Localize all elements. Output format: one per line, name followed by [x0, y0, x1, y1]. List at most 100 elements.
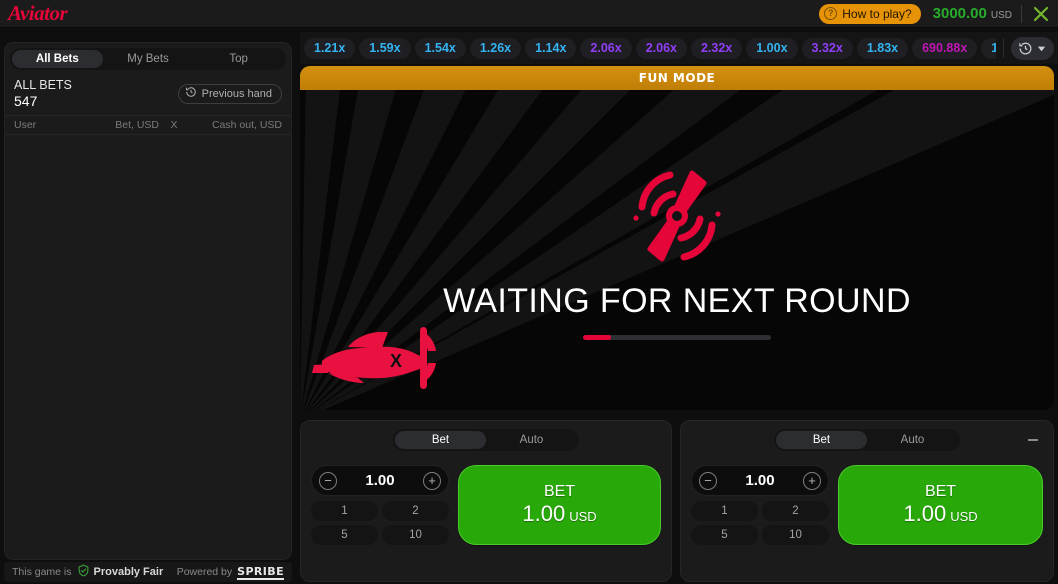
sidebar-tab-top[interactable]: Top [193, 50, 284, 68]
balance-amount: 3000.00 [932, 5, 987, 22]
all-bets-summary: ALL BETS 547 Previous hand [5, 75, 291, 115]
how-to-play-label: How to play? [842, 6, 912, 21]
history-clock-icon [185, 86, 197, 101]
multiplier-chip[interactable]: 1.26x [469, 37, 522, 59]
history-clock-icon [1018, 41, 1033, 56]
multiplier-chip[interactable]: 2.06x [635, 37, 687, 59]
waiting-message: WAITING FOR NEXT ROUND [443, 281, 911, 320]
bet-button-currency: USD [950, 508, 978, 524]
bet-tab-row: Bet Auto [311, 429, 661, 451]
multiplier-chip[interactable]: 690.88x [912, 37, 978, 59]
provably-fair-link[interactable]: Provably Fair [77, 564, 164, 580]
multiplier-chip[interactable]: 2.32x [690, 37, 743, 59]
bet-tab-auto[interactable]: Auto [867, 431, 958, 449]
bet-panel-right: Bet Auto −1.00 +1 2 5 10 BET 1.00 USD [680, 420, 1054, 582]
bet-button-amount-row: 1.00 USD [903, 501, 977, 529]
bet-button-currency: USD [569, 508, 597, 524]
balance-display: 3000.00 USD [933, 5, 1012, 22]
multiplier-chip[interactable]: 1.21x [304, 37, 356, 59]
aviator-game-window: Aviator ? How to play? 3000.00 USD 1.21x… [0, 0, 1058, 584]
bet-button-amount: 1.00 [903, 500, 947, 526]
bet-mode-tab-group: Bet Auto [393, 429, 579, 451]
quick-amount-button[interactable]: 10 [762, 525, 829, 545]
bets-sidebar: All Bets My Bets Top ALL BETS 547 Previous… [4, 42, 292, 560]
bet-panel-left: Bet Auto −1.00 +1 2 5 10 BET 1.00 USD [300, 420, 672, 582]
quick-amount-button[interactable]: 5 [691, 525, 758, 545]
quick-amount-button[interactable]: 1 [311, 501, 378, 521]
quick-amount-button[interactable]: 2 [762, 501, 829, 521]
propeller-logo-icon [618, 161, 736, 276]
all-bets-text-block: ALL BETS 547 [14, 78, 72, 109]
bet-amount-stepper: − 1.00 + [691, 465, 829, 496]
bet-amount-value[interactable]: 1.00 [745, 472, 774, 489]
footer-status-bar: This game is Provably Fair Powered by SP… [4, 562, 292, 582]
bet-tab-row: Bet Auto [691, 429, 1043, 451]
history-toggle-button[interactable] [1011, 36, 1054, 60]
bet-amount-value[interactable]: 1.00 [365, 472, 394, 489]
multiplier-chip[interactable]: 1.54x [414, 37, 466, 59]
how-to-play-button[interactable]: ? How to play? [819, 3, 921, 24]
column-header-user: User [14, 119, 37, 131]
previous-hand-label: Previous hand [201, 87, 272, 100]
round-progress-bar [583, 334, 771, 340]
question-mark-icon: ? [824, 7, 838, 20]
fun-mode-label: FUN MODE [638, 71, 716, 85]
spribe-logo: SPRIBE [237, 564, 284, 580]
header-divider [1021, 4, 1022, 23]
multiplier-chip[interactable]: 1.14x [525, 37, 577, 59]
column-header-cashout: Cash out, USD [211, 119, 282, 131]
multiplier-chip[interactable]: 3.32x [801, 37, 853, 59]
plus-circle-icon[interactable]: + [422, 471, 441, 490]
place-bet-button[interactable]: BET 1.00 USD [458, 465, 661, 545]
app-header: Aviator ? How to play? 3000.00 USD [0, 0, 1058, 28]
quick-amount-button[interactable]: 10 [382, 525, 449, 545]
header-right-group: ? How to play? 3000.00 USD [819, 0, 1058, 27]
red-plane-icon: X [304, 321, 444, 402]
quick-amount-grid: 1 2 5 10 [311, 501, 449, 545]
bet-tab-bet[interactable]: Bet [776, 431, 867, 449]
quick-amount-button[interactable]: 1 [691, 501, 758, 521]
minus-collapse-icon[interactable] [1023, 430, 1043, 450]
quick-amount-button[interactable]: 5 [311, 525, 378, 545]
bet-mode-tab-group: Bet Auto [774, 429, 960, 451]
multiplier-chip[interactable]: 1.00x [746, 37, 798, 59]
bet-button-label: BET [924, 482, 957, 500]
bets-list[interactable] [5, 135, 291, 559]
svg-text:X: X [390, 351, 402, 371]
history-divider [1003, 38, 1004, 58]
sidebar-tab-group: All Bets My Bets Top [10, 48, 286, 70]
previous-hand-button[interactable]: Previous hand [177, 83, 282, 104]
shield-check-icon [77, 564, 90, 580]
bet-tab-bet[interactable]: Bet [395, 431, 486, 449]
multiplier-chip[interactable]: 1.83x [856, 37, 909, 59]
column-header-bet: Bet, USD [115, 119, 159, 131]
multiplier-chip[interactable]: 1.59x [359, 37, 411, 59]
provably-fair-label: Provably Fair [93, 566, 164, 578]
plus-circle-icon[interactable]: + [802, 471, 821, 490]
bet-button-amount-row: 1.00 USD [522, 501, 596, 529]
minus-circle-icon[interactable]: − [699, 471, 717, 490]
quick-amount-button[interactable]: 2 [382, 501, 449, 521]
multiplier-chip[interactable]: 1.26x [981, 37, 996, 59]
chevron-down-icon [1036, 43, 1047, 54]
round-progress-fill [583, 334, 612, 340]
balance-currency: USD [990, 10, 1012, 21]
bet-amount-stepper: − 1.00 + [311, 465, 449, 496]
sidebar-tab-my-bets[interactable]: My Bets [103, 50, 194, 68]
bet-tab-auto[interactable]: Auto [486, 431, 577, 449]
multiplier-chip[interactable]: 2.06x [580, 37, 632, 59]
this-game-is-label: This game is [12, 566, 72, 578]
bet-button-label: BET [543, 482, 576, 500]
bet-panel-body: −1.00 +1 2 5 10 BET 1.00 USD [691, 465, 1043, 545]
bets-table-header: User Bet, USD X Cash out, USD [5, 115, 291, 135]
quick-amount-grid: 1 2 5 10 [691, 501, 829, 545]
game-canvas: WAITING FOR NEXT ROUND X [300, 90, 1054, 410]
bet-amount-controls: − 1.00 +1 2 5 10 [311, 465, 449, 545]
minus-circle-icon[interactable]: − [319, 471, 337, 490]
sidebar-tab-all-bets[interactable]: All Bets [12, 50, 103, 68]
close-x-icon[interactable] [1031, 4, 1051, 24]
place-bet-button[interactable]: BET 1.00 USD [838, 465, 1043, 545]
aviator-logo: Aviator [8, 1, 68, 25]
fun-mode-banner: FUN MODE [300, 66, 1054, 90]
all-bets-count: 547 [14, 93, 38, 109]
